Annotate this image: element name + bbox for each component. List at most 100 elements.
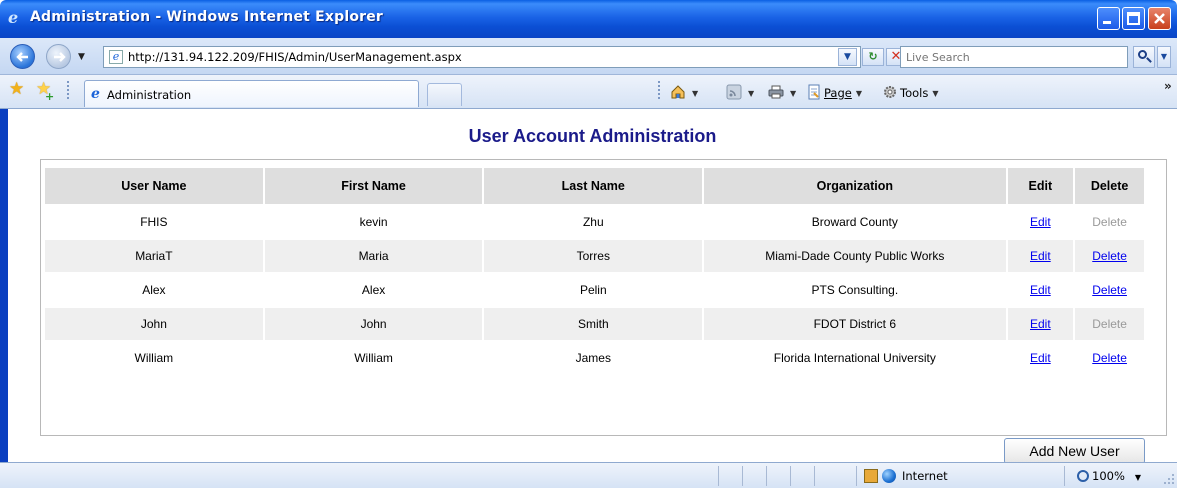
minimize-button[interactable] xyxy=(1097,7,1120,30)
page-title: User Account Administration xyxy=(468,126,717,146)
column-header: First Name xyxy=(264,168,483,204)
edit-link[interactable]: Edit xyxy=(1030,351,1051,365)
search-input[interactable] xyxy=(904,48,1124,66)
forward-button[interactable] xyxy=(46,44,71,69)
tools-menu[interactable]: Tools ▼ xyxy=(882,84,939,102)
address-field[interactable]: e http://131.94.122.209/FHIS/Admin/UserM… xyxy=(103,46,861,68)
first-name-cell: Maria xyxy=(264,240,483,272)
organization-cell: Miami-Dade County Public Works xyxy=(704,240,1006,272)
status-divider xyxy=(742,466,743,486)
window-title: Administration - Windows Internet Explor… xyxy=(30,9,384,25)
edit-link[interactable]: Edit xyxy=(1030,283,1051,297)
add-new-user-button[interactable]: Add New User xyxy=(1004,438,1145,464)
organization-cell: FDOT District 6 xyxy=(704,308,1006,340)
organization-cell: Florida International University xyxy=(773,351,936,365)
edit-link[interactable]: Edit xyxy=(1030,249,1051,263)
edit-link[interactable]: Edit xyxy=(1030,215,1051,229)
forward-arrow-icon xyxy=(54,52,66,62)
table-row: William William James Florida Internatio… xyxy=(45,342,1144,374)
tab-separator xyxy=(62,79,74,101)
user-name-cell: John xyxy=(45,308,263,340)
delete-link[interactable]: Delete xyxy=(1092,283,1127,297)
delete-link[interactable]: Delete xyxy=(1092,351,1127,365)
minimize-icon xyxy=(1103,21,1111,24)
tab-administration[interactable]: e Administration xyxy=(84,80,419,107)
back-button[interactable] xyxy=(10,44,35,69)
close-button[interactable] xyxy=(1148,7,1171,30)
organization-cell: PTS Consulting. xyxy=(811,283,899,297)
page-icon xyxy=(808,84,820,100)
zoom-icon xyxy=(1077,470,1089,482)
edit-link[interactable]: Edit xyxy=(1030,317,1051,331)
ie-logo-icon: e xyxy=(8,8,19,27)
print-button[interactable]: ▼ xyxy=(768,84,796,102)
column-header: Delete xyxy=(1075,168,1144,204)
page-content: User Account Administration User Name Fi… xyxy=(0,109,1177,464)
delete-link-disabled: Delete xyxy=(1092,317,1127,331)
page-menu[interactable]: Page ▼ xyxy=(806,84,862,102)
search-options-dropdown[interactable]: ▼ xyxy=(1157,46,1171,68)
status-bar: Internet 100% ▼ xyxy=(0,462,1177,488)
user-name-cell: William xyxy=(134,351,174,365)
refresh-button[interactable]: ↻ xyxy=(862,48,884,66)
first-name-cell: John xyxy=(264,308,483,340)
table-row: MariaT Maria Torres Miami-Dade County Pu… xyxy=(45,240,1144,272)
add-to-favorites-icon[interactable]: ★ + xyxy=(36,79,54,103)
tab-label: Administration xyxy=(107,88,192,102)
edit-cell: Edit xyxy=(1008,342,1074,374)
resize-grip-icon[interactable] xyxy=(1163,473,1175,485)
feeds-button[interactable]: ▼ xyxy=(726,84,754,102)
delete-cell: Delete xyxy=(1075,274,1144,306)
status-divider xyxy=(718,466,719,486)
tab-bar: ★ ★ + e Administration ▼ ▼ ▼ Page ▼ Tools ▼… xyxy=(0,75,1177,109)
more-commands-chevron-icon[interactable]: » xyxy=(1164,79,1172,93)
address-dropdown-button[interactable]: ▼ xyxy=(838,48,857,66)
user-table-panel: User Name First Name Last Name Organizat… xyxy=(40,159,1167,464)
last-name-cell: Smith xyxy=(484,308,703,340)
page-menu-label: Page xyxy=(824,86,852,100)
protected-mode-icon xyxy=(864,469,878,483)
new-tab-button[interactable] xyxy=(427,83,462,106)
status-divider xyxy=(766,466,767,486)
edit-cell: Edit xyxy=(1007,240,1074,272)
gear-icon xyxy=(884,86,896,98)
edit-cell: Edit xyxy=(1008,206,1074,238)
zone-label: Internet xyxy=(902,469,948,483)
print-icon xyxy=(768,85,784,99)
globe-icon xyxy=(882,469,896,483)
user-name-cell: Alex xyxy=(142,283,166,297)
recent-pages-dropdown[interactable]: ▼ xyxy=(78,52,85,62)
address-toolbar: ▼ e http://131.94.122.209/FHIS/Admin/Use… xyxy=(0,38,1177,75)
table-row: Alex Alex Pelin PTS Consulting. Edit Del… xyxy=(45,274,1144,306)
delete-cell: Delete xyxy=(1075,342,1144,374)
security-zone[interactable]: Internet xyxy=(864,469,948,483)
search-box[interactable] xyxy=(900,46,1128,68)
column-header: User Name xyxy=(45,168,263,204)
back-arrow-icon xyxy=(16,52,28,62)
home-button[interactable]: ▼ xyxy=(670,84,698,102)
maximize-button[interactable] xyxy=(1122,7,1145,30)
feeds-icon xyxy=(726,84,742,100)
delete-link[interactable]: Delete xyxy=(1092,249,1127,263)
last-name-cell: James xyxy=(575,351,611,365)
url-text: http://131.94.122.209/FHIS/Admin/UserMan… xyxy=(128,50,462,64)
zoom-control[interactable]: 100% ▼ xyxy=(1077,469,1141,483)
column-header: Edit xyxy=(1007,168,1074,204)
close-icon xyxy=(1154,13,1165,24)
delete-cell: Delete xyxy=(1075,308,1144,340)
ie-page-icon: e xyxy=(91,86,100,102)
maximize-icon xyxy=(1127,12,1140,25)
zoom-level: 100% xyxy=(1092,469,1125,483)
last-name-cell: Pelin xyxy=(579,283,607,297)
status-divider xyxy=(856,466,857,486)
delete-cell: Delete xyxy=(1075,206,1144,238)
user-name-cell: MariaT xyxy=(45,240,263,272)
favorites-center-icon[interactable]: ★ xyxy=(9,79,24,99)
search-button[interactable] xyxy=(1133,46,1155,68)
delete-cell: Delete xyxy=(1075,240,1144,272)
home-icon xyxy=(671,85,685,99)
edit-cell: Edit xyxy=(1007,308,1074,340)
first-name-cell: kevin xyxy=(359,215,388,229)
edit-cell: Edit xyxy=(1008,274,1074,306)
user-name-cell: FHIS xyxy=(140,215,168,229)
